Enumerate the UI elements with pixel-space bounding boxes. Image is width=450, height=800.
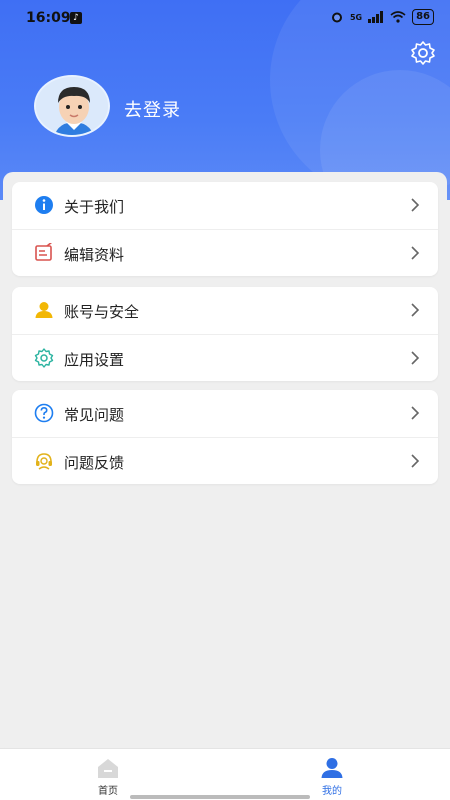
menu-item-label: 账号与安全	[64, 303, 140, 321]
login-link[interactable]: 去登录	[124, 96, 181, 122]
chevron-right-icon	[411, 351, 420, 365]
battery-indicator: 86	[412, 9, 434, 25]
menu-item-app-settings[interactable]: 应用设置	[12, 334, 438, 381]
menu-card-help: 常见问题 问题反馈	[12, 390, 438, 484]
edit-icon	[35, 243, 53, 261]
network-label: 5G	[349, 12, 363, 22]
question-icon	[34, 403, 54, 423]
signal-icon	[368, 11, 384, 23]
menu-card-account: 关于我们 编辑资料	[12, 182, 438, 276]
bottom-tab-bar: 首页 我的	[0, 748, 450, 800]
profile-icon	[321, 758, 343, 778]
menu-item-label: 关于我们	[64, 198, 125, 216]
gear-icon	[34, 348, 54, 368]
avatar-boy-icon	[36, 77, 108, 135]
wifi-icon	[390, 11, 406, 23]
tiktok-icon: ♪	[70, 12, 82, 24]
menu-item-faq[interactable]: 常见问题	[12, 390, 438, 437]
profile-header: 16:09 ♪ 5G 86 去登录	[0, 0, 450, 200]
menu-item-label: 问题反馈	[64, 454, 125, 472]
settings-gear-icon[interactable]	[410, 40, 436, 66]
tab-mine[interactable]: 我的	[292, 757, 372, 797]
menu-item-label: 编辑资料	[64, 246, 125, 264]
tab-label: 我的	[322, 786, 342, 797]
status-time: 16:09	[26, 10, 71, 26]
chevron-right-icon	[411, 303, 420, 317]
home-icon	[98, 759, 118, 778]
info-icon	[35, 196, 53, 214]
menu-item-feedback[interactable]: 问题反馈	[12, 437, 438, 484]
menu-item-label: 常见问题	[64, 406, 125, 424]
menu-item-edit-profile[interactable]: 编辑资料	[12, 229, 438, 276]
headset-icon	[36, 453, 52, 470]
status-icons: 5G 86	[330, 9, 434, 25]
menu-card-security: 账号与安全 应用设置	[12, 287, 438, 381]
menu-item-about-us[interactable]: 关于我们	[12, 182, 438, 229]
status-bar: 16:09 ♪ 5G 86	[0, 0, 450, 38]
tab-label: 首页	[98, 786, 118, 797]
chevron-right-icon	[411, 246, 420, 260]
avatar[interactable]	[34, 75, 110, 137]
chevron-right-icon	[411, 406, 420, 420]
home-indicator	[130, 795, 310, 799]
tab-home[interactable]: 首页	[68, 757, 148, 797]
menu-item-account-security[interactable]: 账号与安全	[12, 287, 438, 334]
chevron-right-icon	[411, 454, 420, 468]
menu-item-label: 应用设置	[64, 351, 125, 369]
person-icon	[35, 302, 53, 318]
alarm-icon	[331, 12, 342, 23]
chevron-right-icon	[411, 198, 420, 212]
